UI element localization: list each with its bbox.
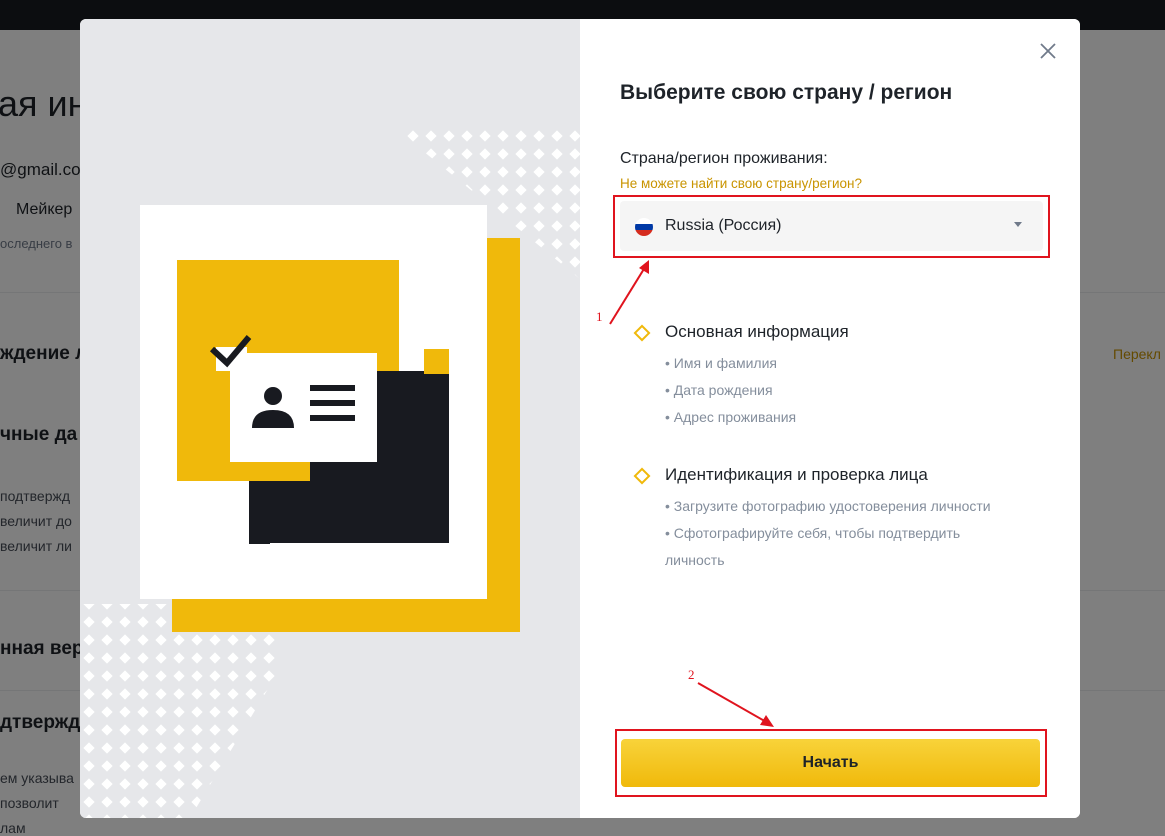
- id-card-illustration: [80, 124, 580, 818]
- cant-find-country-link[interactable]: Не можете найти свою страну/регион?: [620, 176, 862, 191]
- annotation-box-1: [613, 195, 1050, 258]
- annotation-box-2: [615, 729, 1047, 797]
- list-item: • Дата рождения: [665, 382, 773, 398]
- country-label: Страна/регион проживания:: [620, 150, 828, 167]
- list-item: • Адрес проживания: [665, 409, 797, 425]
- section-identity-title: Идентификация и проверка лица: [665, 465, 928, 484]
- section-basic-info-title: Основная информация: [665, 322, 849, 341]
- country-select-modal: Выберите свою страну / регион Страна/рег…: [80, 19, 1080, 818]
- diamond-icon: [633, 467, 651, 485]
- list-item: • Загрузите фотографию удостоверения лич…: [665, 498, 991, 514]
- annotation-marker-1: 1: [596, 309, 603, 324]
- list-item: • Сфотографируйте себя, чтобы подтвердит…: [665, 525, 961, 541]
- modal-title: Выберите свою страну / регион: [620, 81, 953, 104]
- close-button[interactable]: [1038, 41, 1058, 61]
- close-icon: [1040, 43, 1056, 59]
- list-item: • Имя и фамилия: [665, 355, 777, 371]
- form-panel: Выберите свою страну / регион Страна/рег…: [580, 19, 1080, 818]
- annotation-arrow-1: [609, 260, 649, 325]
- list-item: личность: [665, 552, 725, 568]
- illustration-panel: [80, 19, 580, 818]
- annotation-arrow-2: [697, 682, 774, 727]
